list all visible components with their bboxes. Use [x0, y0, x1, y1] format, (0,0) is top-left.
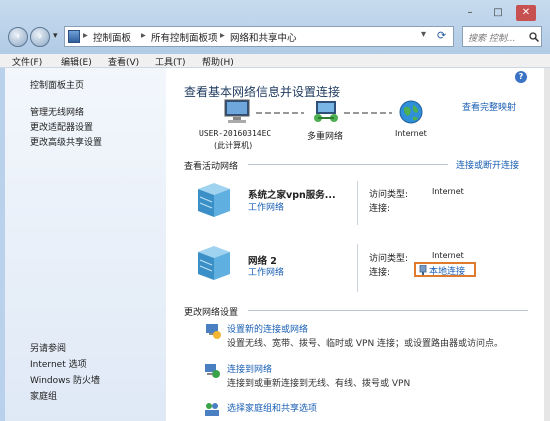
- local-connection-label: 本地连接: [429, 267, 466, 277]
- local-connection-link[interactable]: 本地连接: [414, 262, 476, 277]
- new-connection-icon: [206, 324, 221, 339]
- control-panel-icon: [68, 30, 80, 43]
- ethernet-icon: [419, 265, 427, 275]
- breadcrumb-separator: ▸: [220, 30, 225, 41]
- this-computer-label: (此计算机): [214, 141, 253, 150]
- connect-network-icon: [205, 364, 220, 378]
- arrow-left-icon: ‹: [15, 31, 21, 42]
- help-icon[interactable]: ?: [515, 71, 527, 83]
- sidebar-item-manage-wireless[interactable]: 管理无线网络: [30, 105, 84, 118]
- homegroup-sharing-link[interactable]: 选择家庭组和共享选项: [227, 401, 317, 414]
- sidebar: 控制面板主页 管理无线网络 更改适配器设置 更改高级共享设置 另请参阅 Inte…: [5, 68, 166, 421]
- connect-disconnect-link[interactable]: 连接或断开连接: [456, 158, 519, 171]
- network-type-link[interactable]: 工作网络: [248, 200, 284, 213]
- breadcrumb-separator: ▸: [83, 30, 88, 41]
- connections-label: 连接:: [369, 204, 391, 214]
- active-networks-heading: 查看活动网络: [184, 162, 239, 172]
- multiple-networks-icon: [314, 101, 338, 122]
- sidebar-control-panel-home[interactable]: 控制面板主页: [30, 78, 84, 91]
- connection-line: [256, 112, 304, 114]
- page-title: 查看基本网络信息并设置连接: [184, 85, 341, 99]
- access-type-label: 访问类型:: [369, 254, 409, 264]
- menu-file[interactable]: 文件(F): [12, 55, 42, 68]
- address-bar[interactable]: ▸ 控制面板 ▸ 所有控制面板项 ▸ 网络和共享中心 ▾ ⟳: [64, 26, 454, 47]
- menu-help[interactable]: 帮助(H): [202, 55, 234, 68]
- access-type-value: Internet: [432, 187, 464, 196]
- arrow-right-icon: ›: [37, 31, 43, 42]
- breadcrumb-network-center[interactable]: 网络和共享中心: [230, 30, 297, 44]
- minimize-button[interactable]: –: [460, 5, 480, 21]
- connection-line: [344, 112, 392, 114]
- refresh-icon[interactable]: ⟳: [437, 29, 446, 42]
- recent-pages-dropdown[interactable]: ▾: [53, 31, 58, 41]
- network-bench-icon: [198, 246, 230, 280]
- network-divider: [357, 181, 358, 225]
- breadcrumb-control-panel[interactable]: 控制面板: [93, 30, 131, 44]
- sidebar-item-windows-firewall[interactable]: Windows 防火墙: [30, 373, 100, 386]
- multiple-networks-label: 多重网络: [307, 132, 344, 142]
- network-divider: [357, 244, 358, 292]
- connect-to-network-link[interactable]: 连接到网络: [227, 362, 272, 375]
- network-type-link[interactable]: 工作网络: [248, 265, 284, 278]
- sidebar-item-internet-options[interactable]: Internet 选项: [30, 357, 87, 370]
- globe-icon: [399, 100, 423, 124]
- computer-name-label: USER-20160314EC: [199, 129, 272, 138]
- search-box[interactable]: 搜索 控制...: [462, 26, 542, 47]
- see-also-heading: 另请参阅: [30, 344, 67, 354]
- main-content: ? 查看基本网络信息并设置连接 查看完整映射 USER-20160314EC (…: [166, 68, 544, 421]
- search-icon[interactable]: [529, 32, 539, 42]
- sidebar-item-advanced-sharing[interactable]: 更改高级共享设置: [30, 135, 102, 148]
- back-button[interactable]: ‹: [8, 27, 28, 47]
- section-divider: [248, 310, 528, 311]
- connect-to-network-desc: 连接到或重新连接到无线、有线、拨号或 VPN: [227, 379, 411, 389]
- breadcrumb-separator: ▸: [141, 30, 146, 41]
- access-type-label: 访问类型:: [369, 190, 409, 200]
- access-type-value: Internet: [432, 251, 464, 260]
- change-settings-heading: 更改网络设置: [184, 308, 239, 318]
- menu-edit[interactable]: 编辑(E): [61, 55, 92, 68]
- title-bar: – □ ✕ ‹ › ▾ ▸ 控制面板 ▸ 所有控制面板项 ▸ 网络和共享中心 ▾…: [0, 0, 550, 54]
- computer-icon: [224, 99, 250, 123]
- breadcrumb-all-items[interactable]: 所有控制面板项: [151, 30, 218, 44]
- address-dropdown-icon[interactable]: ▾: [421, 29, 426, 40]
- search-input[interactable]: 搜索 控制...: [468, 31, 515, 44]
- close-button[interactable]: ✕: [516, 5, 536, 21]
- sidebar-item-adapter-settings[interactable]: 更改适配器设置: [30, 120, 93, 133]
- setup-new-connection-desc: 设置无线、宽带、拨号、临时或 VPN 连接；或设置路由器或访问点。: [227, 339, 504, 349]
- view-full-map-link[interactable]: 查看完整映射: [462, 100, 516, 113]
- vertical-scrollbar[interactable]: [544, 68, 550, 421]
- network-sharing-center-window: – □ ✕ ‹ › ▾ ▸ 控制面板 ▸ 所有控制面板项 ▸ 网络和共享中心 ▾…: [0, 0, 550, 421]
- homegroup-icon: [205, 403, 219, 416]
- setup-new-connection-link[interactable]: 设置新的连接或网络: [227, 322, 308, 335]
- network-bench-icon: [198, 183, 230, 217]
- section-divider: [248, 164, 448, 165]
- connections-label: 连接:: [369, 268, 391, 278]
- forward-button[interactable]: ›: [30, 27, 50, 47]
- menu-bar: 文件(F) 编辑(E) 查看(V) 工具(T) 帮助(H): [0, 54, 550, 68]
- internet-label: Internet: [395, 129, 427, 138]
- network-name: 系统之家vpn服务...: [248, 190, 336, 201]
- menu-view[interactable]: 查看(V): [108, 55, 139, 68]
- sidebar-item-homegroup[interactable]: 家庭组: [30, 389, 57, 402]
- maximize-button[interactable]: □: [488, 5, 508, 21]
- menu-tools[interactable]: 工具(T): [155, 55, 186, 68]
